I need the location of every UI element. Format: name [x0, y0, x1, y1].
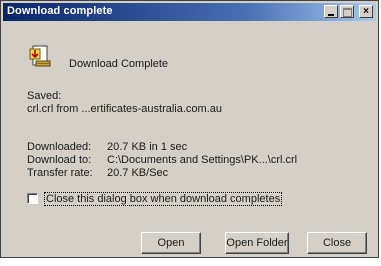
saved-label: Saved: [27, 90, 62, 102]
close-icon: × [363, 6, 369, 17]
title-close-button[interactable]: × [359, 5, 373, 18]
download-complete-dialog: Download complete × Download Complete Sa… [0, 0, 379, 258]
close-button[interactable]: Close [307, 232, 367, 254]
close-on-complete-label[interactable]: Close this dialog box when download comp… [44, 192, 283, 206]
minimize-icon [328, 14, 334, 16]
open-button[interactable]: Open [141, 232, 201, 254]
open-folder-button[interactable]: Open Folder [225, 232, 289, 254]
download-complete-message: Download Complete [69, 58, 169, 70]
window-title: Download complete [7, 5, 113, 17]
download-to-value: C:\Documents and Settings\PK...\crl.crl [107, 154, 298, 166]
downloaded-label: Downloaded: [27, 141, 92, 153]
minimize-button[interactable] [324, 5, 338, 18]
transfer-rate-value: 20.7 KB/Sec [107, 167, 169, 179]
close-on-complete-checkbox[interactable] [27, 193, 38, 204]
saved-path: crl.crl from ...ertificates-australia.co… [27, 103, 222, 115]
download-to-label: Download to: [27, 154, 92, 166]
maximize-button [340, 5, 354, 18]
file-download-icon [29, 45, 51, 67]
downloaded-value: 20.7 KB in 1 sec [107, 141, 188, 153]
maximize-icon [343, 8, 352, 17]
transfer-rate-label: Transfer rate: [27, 167, 93, 179]
title-bar[interactable]: Download complete × [3, 3, 376, 21]
